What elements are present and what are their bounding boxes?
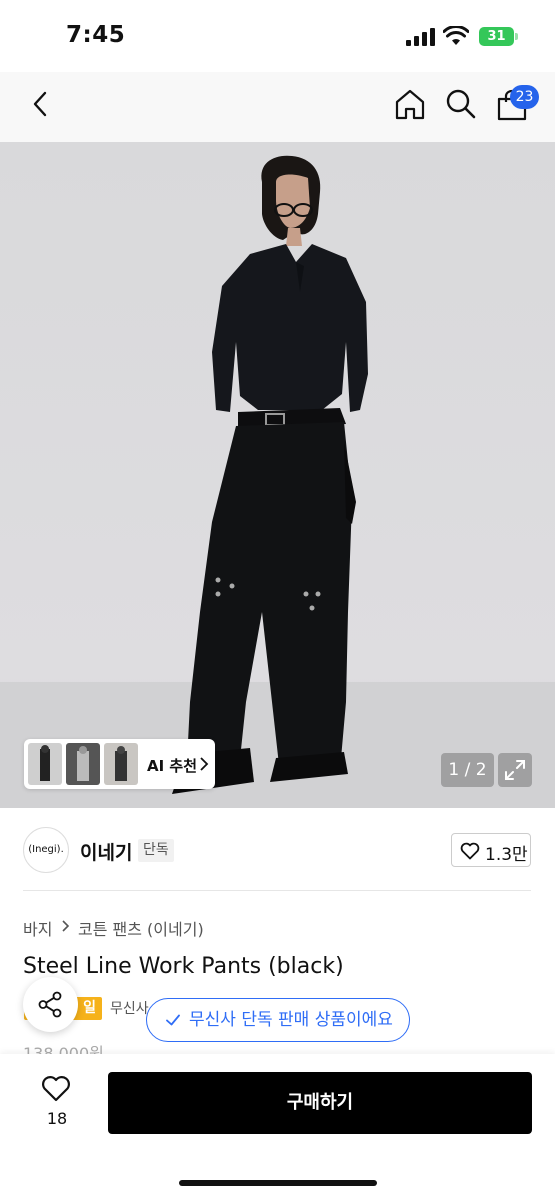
- battery-icon: 31: [479, 27, 514, 46]
- brand-like-button[interactable]: 1.3만: [451, 833, 531, 867]
- heart-icon: [460, 842, 480, 860]
- status-bar: 7:45 31: [0, 0, 555, 72]
- brand-name[interactable]: 이네기: [80, 838, 132, 865]
- wishlist-button[interactable]: 18: [36, 1073, 78, 1133]
- exclusive-tooltip-text: 무신사 단독 판매 상품이에요: [189, 1010, 393, 1030]
- home-icon[interactable]: [393, 87, 427, 121]
- wishlist-count: 18: [46, 1109, 68, 1128]
- model-photo: [0, 155, 555, 808]
- exclusive-label: 무신사: [110, 1001, 149, 1017]
- status-time: 7:45: [66, 22, 126, 48]
- exclusive-badge: 단독: [138, 839, 174, 862]
- search-icon[interactable]: [444, 87, 478, 121]
- back-icon[interactable]: [24, 87, 58, 121]
- exclusive-tooltip[interactable]: 무신사 단독 판매 상품이에요: [146, 998, 410, 1042]
- expand-icon[interactable]: [498, 753, 532, 787]
- chevron-right-icon: [199, 756, 209, 772]
- home-indicator: [179, 1180, 377, 1186]
- thumbnail-2[interactable]: [66, 743, 100, 785]
- divider: [23, 890, 531, 891]
- ai-recommend-label[interactable]: AI 추천: [147, 755, 197, 776]
- share-button[interactable]: [23, 977, 78, 1032]
- brand-logo[interactable]: (Inegi).: [23, 827, 69, 873]
- battery-cap: [515, 33, 518, 40]
- image-page-counter: 1 / 2: [441, 753, 494, 787]
- cellular-signal-icon: [406, 28, 436, 46]
- breadcrumb-category[interactable]: 바지: [23, 916, 52, 940]
- product-title: Steel Line Work Pants (black): [23, 954, 344, 979]
- product-price: 138,000원: [23, 1044, 104, 1054]
- breadcrumb-subcategory[interactable]: 코튼 팬츠 (이네기): [78, 916, 204, 940]
- thumbnail-3[interactable]: [104, 743, 138, 785]
- heart-icon: [42, 1076, 70, 1102]
- product-image[interactable]: [0, 142, 555, 808]
- buy-button[interactable]: 구매하기: [108, 1072, 532, 1134]
- wifi-icon: [442, 25, 470, 46]
- share-icon: [38, 991, 62, 1018]
- cart-count-badge: 23: [510, 85, 539, 109]
- thumbnail-1[interactable]: [28, 743, 62, 785]
- chevron-right-icon: [61, 918, 70, 932]
- checkmark-icon: [166, 1014, 180, 1026]
- brand-like-count: 1.3만: [485, 845, 528, 865]
